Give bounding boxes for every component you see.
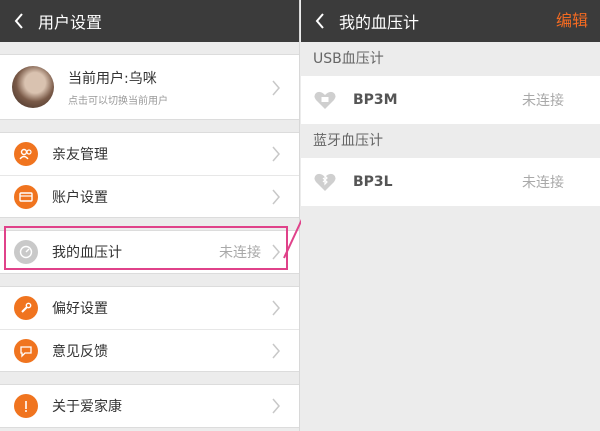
device-row-bp3l[interactable]: BP3L 未连接 (301, 158, 600, 206)
people-icon (14, 142, 38, 166)
device-status: 未连接 (522, 175, 564, 191)
settings-group-3: 偏好设置 意见反馈 (0, 286, 299, 372)
chevron-right-icon (272, 146, 280, 162)
switch-user-hint: 点击可以切换当前用户 (68, 95, 168, 107)
page-title: 我的血压计 (339, 13, 420, 32)
bp-monitor-panel: 我的血压计 编辑 USB血压计 BP3M 未连接 蓝牙血压计 BP3L 未连接 (301, 0, 600, 431)
device-row-bp3m[interactable]: BP3M 未连接 (301, 76, 600, 124)
usb-section-header: USB血压计 (313, 51, 384, 67)
chevron-right-icon (272, 80, 280, 96)
gauge-icon (14, 240, 38, 264)
topbar-right: 我的血压计 编辑 (301, 0, 600, 42)
row-label: 账户设置 (52, 189, 108, 206)
chevron-left-icon (14, 13, 23, 29)
row-feedback[interactable]: 意见反馈 (0, 329, 299, 371)
chevron-right-icon (272, 244, 280, 260)
row-account-settings[interactable]: 账户设置 (0, 175, 299, 217)
device-name: BP3M (353, 92, 398, 108)
connection-status: 未连接 (219, 245, 261, 261)
topbar-left: 用户设置 (0, 0, 299, 42)
edit-button[interactable]: 编辑 (556, 0, 588, 42)
row-label: 我的血压计 (52, 245, 122, 261)
chevron-left-icon (315, 13, 324, 29)
chevron-right-icon (272, 398, 280, 414)
row-about[interactable]: 关于爱家康 (0, 385, 299, 427)
bluetooth-section-header: 蓝牙血压计 (313, 133, 383, 149)
chevron-right-icon (272, 343, 280, 359)
row-label: 意见反馈 (52, 343, 108, 360)
settings-group-2: 我的血压计 未连接 (0, 230, 299, 274)
row-family-management[interactable]: 亲友管理 (0, 133, 299, 175)
wrench-icon (14, 296, 38, 320)
info-icon (14, 394, 38, 418)
row-label: 亲友管理 (52, 147, 108, 163)
row-my-bp-monitor[interactable]: 我的血压计 未连接 (0, 231, 299, 273)
current-user-row[interactable]: 当前用户:乌咪 点击可以切换当前用户 (0, 54, 299, 120)
bluetooth-heart-icon (314, 173, 336, 191)
chevron-right-icon (272, 189, 280, 205)
device-status: 未连接 (522, 93, 564, 109)
chat-icon (14, 338, 38, 363)
chevron-right-icon (272, 300, 280, 316)
settings-group-1: 亲友管理 账户设置 (0, 132, 299, 218)
row-label: 关于爱家康 (52, 399, 122, 415)
settings-group-4: 关于爱家康 (0, 384, 299, 428)
row-label: 偏好设置 (52, 301, 108, 317)
device-name: BP3L (353, 174, 393, 190)
back-button[interactable] (0, 0, 38, 42)
back-button[interactable] (301, 0, 339, 42)
current-user-name: 当前用户:乌咪 (68, 70, 157, 87)
page-title: 用户设置 (38, 13, 103, 32)
avatar (12, 66, 54, 108)
user-settings-panel: 用户设置 当前用户:乌咪 点击可以切换当前用户 亲友管理 账户设置 我的血压计 … (0, 0, 300, 431)
card-icon (14, 184, 38, 209)
usb-heart-icon (314, 91, 336, 109)
row-preferences[interactable]: 偏好设置 (0, 287, 299, 329)
